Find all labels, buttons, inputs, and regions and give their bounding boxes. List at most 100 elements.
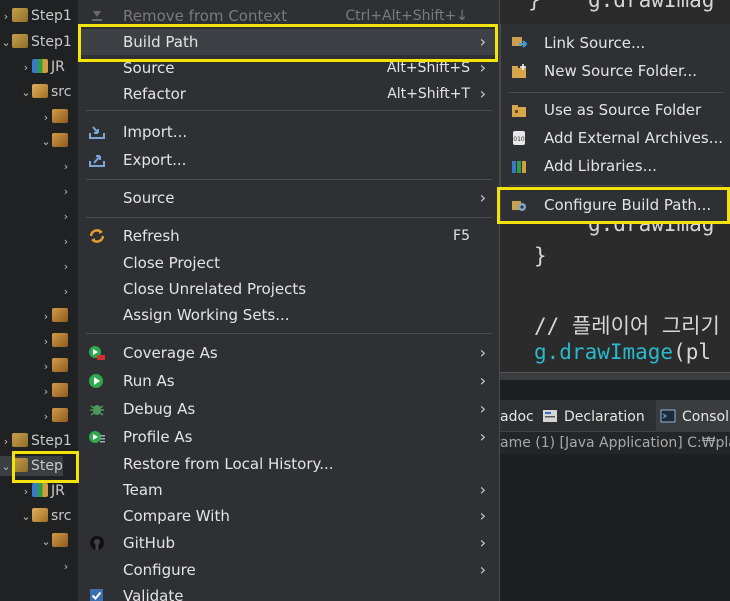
menu-item-export[interactable]: Export...: [78, 147, 500, 173]
submenu-item-configure-build-path[interactable]: Configure Build Path...: [501, 192, 730, 218]
submenu-separator: [509, 92, 723, 93]
coverage-icon: [89, 346, 105, 360]
tree-item[interactable]: ⌄: [40, 131, 71, 151]
source-folder-icon: [32, 508, 48, 522]
code-line: }: [534, 244, 547, 268]
menu-item-compare-with[interactable]: Compare With ›: [78, 503, 500, 529]
editor-scrollbar[interactable]: [500, 372, 730, 380]
tree-item[interactable]: ›: [60, 181, 72, 201]
svg-text:010: 010: [513, 136, 525, 143]
tree-item[interactable]: ›: [40, 381, 71, 401]
tab-javadoc[interactable]: adoc: [500, 400, 534, 432]
jar-icon: 010: [513, 131, 525, 145]
library-icon: [32, 483, 48, 497]
console-output[interactable]: [500, 454, 730, 601]
menu-item-restore-from-local-history[interactable]: Restore from Local History...: [78, 451, 500, 477]
console-header: ame (1) [Java Application] C:₩play: [500, 432, 730, 454]
menu-item-coverage-as[interactable]: Coverage As ›: [78, 340, 500, 366]
menu-item-github[interactable]: GitHub ›: [78, 530, 500, 556]
menu-item-remove-from-context[interactable]: Remove from Context Ctrl+Alt+Shift+↓: [78, 3, 500, 29]
tree-item[interactable]: ›: [40, 356, 71, 376]
menu-separator: [86, 333, 492, 334]
menu-item-source[interactable]: Source ›: [78, 185, 500, 211]
tree-item[interactable]: ›: [40, 406, 71, 426]
menu-separator: [86, 179, 492, 180]
submenu-item-add-libraries[interactable]: Add Libraries...: [501, 153, 730, 179]
tree-item[interactable]: ›: [60, 156, 72, 176]
menu-item-refresh[interactable]: Refresh F5: [78, 223, 500, 249]
export-icon: [89, 155, 105, 167]
chevron-right-icon: ›: [479, 343, 486, 362]
chevron-right-icon: ›: [479, 371, 486, 390]
chevron-right-icon: ›: [479, 560, 486, 579]
code-comment: // 플레이어 그리기: [534, 314, 720, 338]
tree-item[interactable]: ›: [60, 281, 72, 301]
menu-item-source-shortcut[interactable]: Source Alt+Shift+S ›: [78, 55, 500, 81]
bottom-panel-tabs: adoc Declaration Consol: [500, 400, 730, 432]
tree-item[interactable]: › JR: [20, 481, 65, 501]
submenu-item-add-external-archives[interactable]: 010 Add External Archives...: [501, 125, 730, 151]
package-icon: [52, 383, 68, 397]
library-icon: [512, 161, 526, 173]
tab-console[interactable]: Consol: [656, 400, 730, 432]
project-icon: [12, 433, 28, 447]
context-menu: Remove from Context Ctrl+Alt+Shift+↓ Buil…: [78, 0, 500, 601]
code-line: }: [528, 0, 541, 12]
tab-declaration[interactable]: Declaration: [542, 400, 645, 432]
package-icon: [52, 408, 68, 422]
menu-item-refactor[interactable]: Refactor Alt+Shift+T ›: [78, 81, 500, 107]
tree-item[interactable]: ⌄ src: [20, 506, 71, 526]
refresh-icon: [89, 229, 105, 243]
menu-item-validate[interactable]: Validate: [78, 583, 500, 601]
console-icon: [660, 409, 676, 423]
project-icon: [12, 8, 28, 22]
tree-item[interactable]: › Step1: [0, 431, 72, 451]
chevron-right-icon: ›: [479, 506, 486, 525]
menu-separator: [86, 110, 492, 111]
menu-separator: [86, 217, 492, 218]
tree-item[interactable]: ›: [40, 331, 71, 351]
package-icon: [52, 533, 68, 547]
package-icon: [52, 133, 68, 147]
menu-item-debug-as[interactable]: Debug As ›: [78, 396, 500, 422]
menu-item-build-path[interactable]: Build Path ›: [78, 29, 500, 55]
menu-item-close-project[interactable]: Close Project: [78, 250, 500, 276]
menu-item-import[interactable]: Import...: [78, 119, 500, 145]
chevron-right-icon: ›: [479, 32, 486, 51]
tree-item[interactable]: ⌄ Step1: [0, 32, 72, 52]
checkbox-checked-icon: [90, 589, 103, 601]
tree-item[interactable]: ›: [60, 231, 72, 251]
tree-item[interactable]: ›: [60, 556, 72, 576]
tree-item[interactable]: › Step1: [0, 6, 72, 26]
remove-context-icon: [92, 11, 102, 21]
project-icon: [12, 458, 28, 472]
menu-item-close-unrelated-projects[interactable]: Close Unrelated Projects: [78, 276, 500, 302]
menu-item-assign-working-sets[interactable]: Assign Working Sets...: [78, 302, 500, 328]
code-line: g.drawImage(pl: [534, 340, 712, 364]
tree-item[interactable]: ⌄: [40, 531, 71, 551]
profile-icon: [89, 431, 105, 443]
menu-item-profile-as[interactable]: Profile As ›: [78, 424, 500, 450]
menu-item-configure[interactable]: Configure ›: [78, 557, 500, 583]
tree-item[interactable]: ›: [60, 206, 72, 226]
chevron-right-icon: ›: [479, 188, 486, 207]
source-folder-icon: [32, 84, 48, 98]
submenu-separator: [509, 185, 723, 186]
menu-item-team[interactable]: Team ›: [78, 477, 500, 503]
tree-item-selected-project[interactable]: ⌄ Step: [0, 456, 63, 476]
tree-item[interactable]: › JR: [20, 57, 65, 77]
tree-item[interactable]: ⌄ src: [20, 82, 71, 102]
package-explorer[interactable]: › Step1 ⌄ Step1 › JR ⌄ src › ⌄ › › › › › › ›…: [0, 0, 78, 601]
declaration-icon: [543, 410, 557, 422]
submenu-item-use-as-source-folder[interactable]: Use as Source Folder: [501, 97, 730, 123]
chevron-right-icon: ›: [479, 84, 486, 103]
menu-item-run-as[interactable]: Run As ›: [78, 368, 500, 394]
submenu-item-new-source-folder[interactable]: New Source Folder...: [501, 58, 730, 84]
chevron-right-icon: ›: [479, 58, 486, 77]
tree-item[interactable]: ›: [60, 256, 72, 276]
submenu-item-link-source[interactable]: Link Source...: [501, 30, 730, 56]
package-icon: [52, 109, 68, 123]
tree-item[interactable]: ›: [40, 107, 71, 127]
tree-item[interactable]: ›: [40, 306, 71, 326]
github-icon: [90, 536, 104, 550]
